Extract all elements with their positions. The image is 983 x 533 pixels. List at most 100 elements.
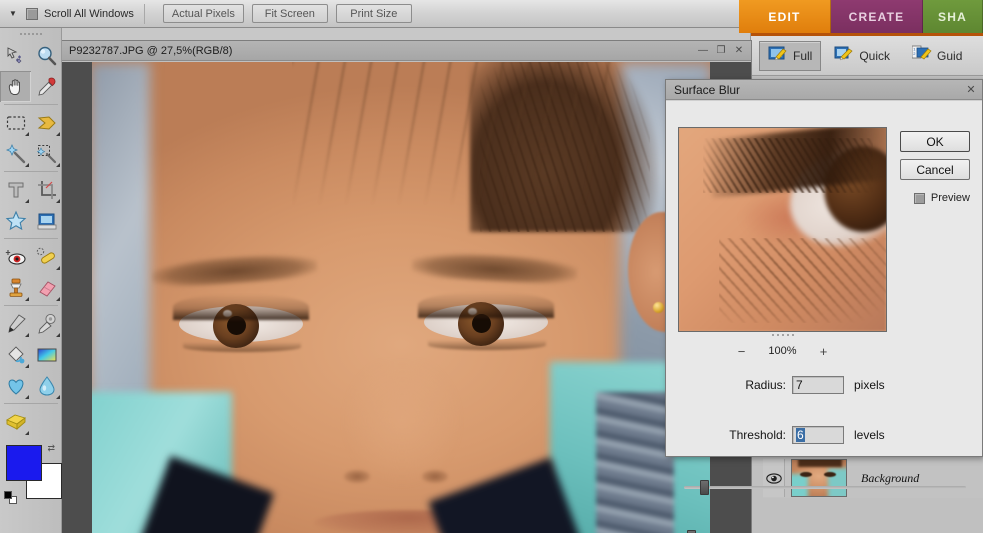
fit-screen-button[interactable]: Fit Screen — [251, 4, 328, 23]
tool-flyout-indicator — [25, 199, 29, 203]
hand-tool[interactable] — [0, 71, 31, 102]
preview-checkbox[interactable] — [913, 192, 925, 204]
radius-input[interactable]: 7 — [792, 376, 844, 394]
dialog-preview-image[interactable] — [678, 127, 887, 332]
radius-field-row: Radius: 7 pixels — [678, 375, 974, 395]
eyedropper-tool[interactable] — [31, 71, 62, 102]
photo-scarf — [596, 392, 674, 533]
toolbox-grip[interactable] — [0, 28, 61, 40]
radius-unit-label: pixels — [854, 378, 885, 392]
toolbox-divider — [4, 403, 58, 404]
cookie-cutter-tool[interactable] — [0, 205, 31, 236]
tool-flyout-indicator — [25, 297, 29, 301]
blur-tool[interactable] — [31, 370, 62, 401]
photo-earring — [653, 302, 664, 313]
lasso-tool[interactable] — [31, 107, 62, 138]
color-swatches: ⇄ — [4, 443, 62, 505]
photoshop-elements-window: ▼ Scroll All Windows Actual Pixels Fit S… — [0, 0, 983, 533]
subtab-full[interactable]: Full — [759, 40, 822, 71]
edit-mode-subtabs: Full Quick 1 2 Guid — [751, 36, 983, 76]
toolbox-grid — [0, 40, 61, 437]
threshold-field-row: Threshold: 6 levels — [678, 425, 974, 445]
dialog-body: − 100% + OK Cancel Preview Radius: 7 pix… — [666, 100, 982, 533]
mode-tabs: EDIT CREATE SHA — [739, 0, 983, 33]
red-eye-removal-tool[interactable] — [0, 241, 31, 272]
photo-image — [92, 62, 710, 533]
document-canvas[interactable] — [61, 62, 751, 533]
brush-tool[interactable] — [0, 308, 31, 339]
preview-checkbox-row[interactable]: Preview — [913, 192, 970, 204]
straighten-tool[interactable] — [31, 205, 62, 236]
threshold-label: Threshold: — [729, 428, 786, 442]
sponge-tool[interactable] — [0, 406, 31, 437]
shape-tool[interactable] — [0, 370, 31, 401]
dialog-title: Surface Blur — [674, 82, 741, 97]
zoom-out-button[interactable]: − — [734, 344, 750, 359]
healing-brush-tool[interactable] — [31, 241, 62, 272]
preview-resize-grip — [678, 334, 887, 336]
tab-create[interactable]: CREATE — [831, 0, 923, 33]
swap-colors-icon[interactable]: ⇄ — [47, 443, 55, 454]
subtab-guided[interactable]: 1 2 Guid — [903, 41, 971, 71]
restore-button[interactable]: ❐ — [713, 44, 729, 58]
ok-button[interactable]: OK — [900, 131, 970, 152]
zoom-in-button[interactable]: + — [816, 344, 832, 359]
magic-wand-tool[interactable] — [0, 138, 31, 169]
rectangular-marquee-tool[interactable] — [0, 107, 31, 138]
document-window: P9232787.JPG @ 27,5%(RGB/8) — ❐ ✕ — [60, 40, 752, 533]
threshold-input[interactable]: 6 — [792, 426, 844, 444]
document-title: P9232787.JPG @ 27,5%(RGB/8) — [69, 44, 233, 57]
tab-edit[interactable]: EDIT — [739, 0, 831, 33]
close-icon[interactable]: ✕ — [964, 83, 978, 97]
threshold-unit-label: levels — [854, 428, 885, 442]
smart-brush-tool[interactable] — [31, 308, 62, 339]
foreground-color-swatch[interactable] — [6, 445, 42, 481]
surface-blur-dialog: Surface Blur ✕ − 100% + OK Cancel Previe… — [665, 79, 983, 533]
tool-flyout-indicator — [56, 297, 60, 301]
clone-stamp-tool[interactable] — [0, 272, 31, 303]
tool-flyout-indicator — [25, 395, 29, 399]
zoom-tool[interactable] — [31, 40, 62, 71]
tool-flyout-indicator — [25, 333, 29, 337]
toolbox-divider — [4, 238, 58, 239]
cancel-button[interactable]: Cancel — [900, 159, 970, 180]
full-edit-icon — [768, 45, 788, 66]
preview-zoom-controls: − 100% + — [678, 343, 887, 359]
tab-share[interactable]: SHA — [923, 0, 983, 33]
dialog-titlebar[interactable]: Surface Blur ✕ — [666, 80, 982, 100]
photo-eye-left — [173, 294, 309, 352]
tool-flyout-indicator — [25, 431, 29, 435]
eraser-tool[interactable] — [31, 272, 62, 303]
quick-selection-tool[interactable] — [31, 138, 62, 169]
tool-flyout-indicator — [25, 163, 29, 167]
gradient-tool[interactable] — [31, 339, 62, 370]
default-colors-icon[interactable] — [4, 491, 18, 505]
paint-bucket-tool[interactable] — [0, 339, 31, 370]
document-titlebar[interactable]: P9232787.JPG @ 27,5%(RGB/8) — ❐ ✕ — [61, 41, 751, 61]
tool-flyout-indicator — [25, 132, 29, 136]
threshold-input-value: 6 — [796, 428, 805, 442]
actual-pixels-button[interactable]: Actual Pixels — [162, 4, 244, 23]
crop-tool[interactable] — [31, 174, 62, 205]
options-dropdown-arrow-icon[interactable]: ▼ — [6, 7, 20, 21]
photo-eye-right — [418, 292, 554, 350]
radius-slider[interactable] — [684, 480, 966, 495]
tool-flyout-indicator — [56, 266, 60, 270]
toolbox-divider — [4, 171, 58, 172]
minimize-button[interactable]: — — [695, 44, 711, 58]
photo-forehead-hairs — [292, 62, 622, 206]
move-tool[interactable] — [0, 40, 31, 71]
type-tool[interactable] — [0, 174, 31, 205]
radius-slider-track[interactable] — [684, 486, 966, 489]
preview-label: Preview — [930, 192, 970, 204]
quick-edit-icon — [834, 45, 854, 66]
tool-flyout-indicator — [25, 364, 29, 368]
photo-nostril-right — [422, 470, 448, 483]
subtab-full-label: Full — [793, 48, 813, 63]
tool-flyout-indicator — [56, 163, 60, 167]
print-size-button[interactable]: Print Size — [335, 4, 412, 23]
scroll-all-windows-checkbox[interactable] — [26, 7, 38, 20]
subtab-quick[interactable]: Quick — [825, 41, 899, 71]
radius-slider-thumb[interactable] — [700, 480, 710, 495]
close-button[interactable]: ✕ — [731, 44, 747, 58]
